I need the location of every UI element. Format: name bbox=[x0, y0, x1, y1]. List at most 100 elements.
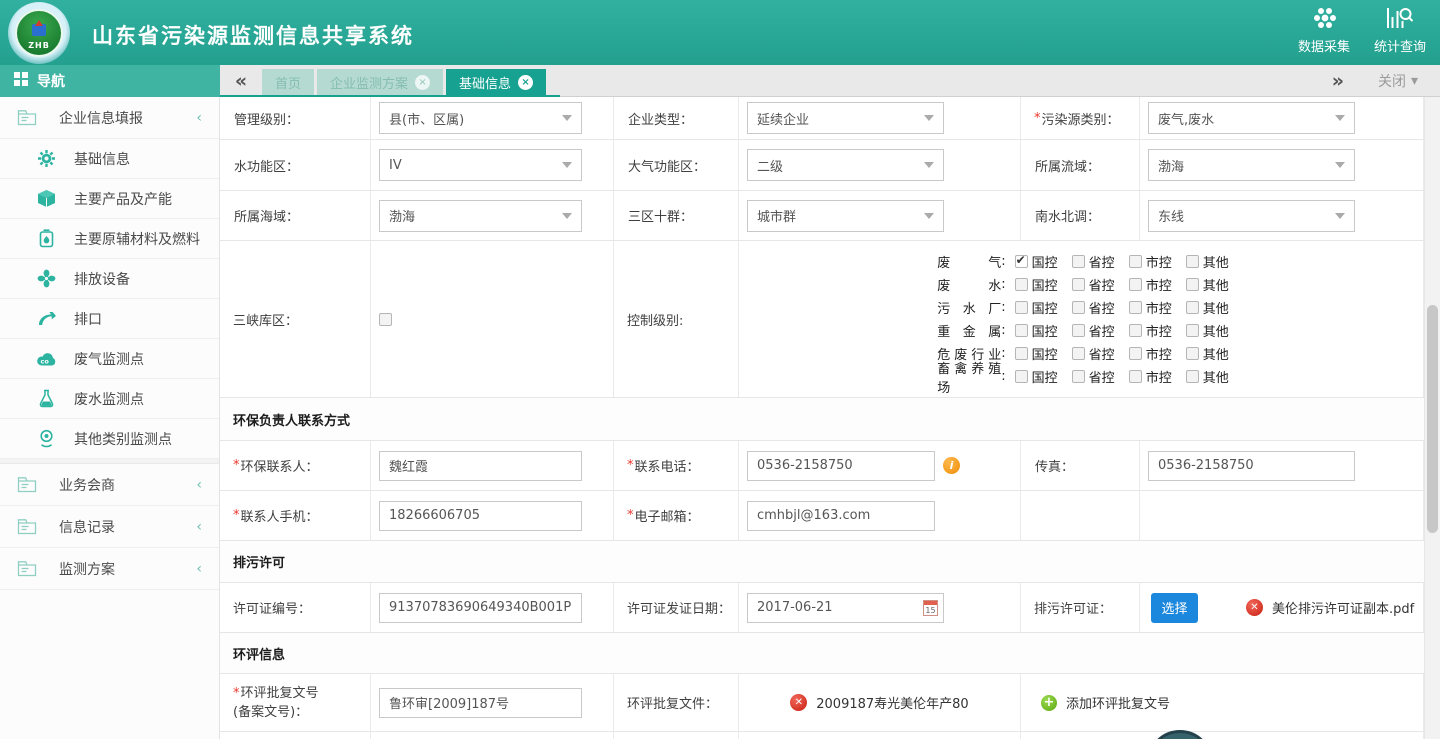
form-row: *环评批复文号 (备案文号)： 环评批复文件： ✕ 2009187寿光美伦年产8… bbox=[220, 674, 1424, 732]
statistics-query-button[interactable]: 统计查询 bbox=[1374, 7, 1426, 55]
water-function-zone-select[interactable]: IV bbox=[379, 149, 582, 181]
sidebar-item-label: 信息记录 bbox=[59, 517, 115, 537]
checkbox-national[interactable] bbox=[1015, 255, 1028, 268]
permit-number-input[interactable] bbox=[379, 593, 582, 623]
sidebar-item-products-capacity[interactable]: 主要产品及产能 bbox=[0, 179, 219, 219]
sidebar-item-label: 排口 bbox=[74, 309, 102, 329]
section-title-permit: 排污许可 bbox=[220, 541, 1424, 583]
field-cell bbox=[371, 441, 614, 490]
checkbox-national[interactable] bbox=[1015, 278, 1028, 291]
eia-file-name[interactable]: 2009187寿光美伦年产80 bbox=[816, 693, 968, 712]
content-area: 企业信息填报 ‹ 基础信息 主要产品及产能 主要原辅材料及燃料 排放设备 bbox=[0, 97, 1440, 739]
checkbox-other[interactable] bbox=[1186, 347, 1199, 360]
fax-input[interactable] bbox=[1148, 451, 1355, 481]
sea-area-select[interactable]: 渤海 bbox=[379, 200, 582, 232]
choose-file-button[interactable]: 选择 bbox=[1151, 593, 1198, 623]
sidebar-item-outfall[interactable]: 排口 bbox=[0, 299, 219, 339]
app-window: ZHB 山东省污染源监测信息共享系统 数据采集 统计查询 bbox=[0, 0, 1440, 739]
checkbox-provincial[interactable] bbox=[1072, 301, 1085, 314]
tab-basic-info[interactable]: 基础信息 × bbox=[446, 69, 546, 96]
checkbox-other[interactable] bbox=[1186, 255, 1199, 268]
checkbox-national[interactable] bbox=[1015, 324, 1028, 337]
checkbox-provincial[interactable] bbox=[1072, 324, 1085, 337]
checkbox-other[interactable] bbox=[1186, 278, 1199, 291]
info-icon[interactable]: i bbox=[943, 457, 960, 474]
field-label: *环保联系人： bbox=[220, 441, 371, 490]
checkbox-municipal[interactable] bbox=[1129, 255, 1142, 268]
add-eia-doc-link[interactable]: 添加环评批复文号 bbox=[1066, 693, 1170, 712]
tab-home-label: 首页 bbox=[275, 73, 301, 92]
field-label: *电子邮箱： bbox=[614, 491, 739, 540]
sidebar-item-waste-water-points[interactable]: 废水监测点 bbox=[0, 379, 219, 419]
sidebar-item-business-consultation[interactable]: 业务会商 ‹ bbox=[0, 464, 219, 506]
checkbox-municipal[interactable] bbox=[1129, 301, 1142, 314]
logo-text: ZHB bbox=[28, 41, 50, 50]
tab-bar: « 首页 企业监测方案 × 基础信息 × » 关闭 ▾ bbox=[220, 65, 1440, 97]
chevron-left-icon: ‹ bbox=[196, 110, 202, 126]
email-input[interactable] bbox=[747, 501, 935, 531]
sidebar-item-info-records[interactable]: 信息记录 ‹ bbox=[0, 506, 219, 548]
tab-enterprise-monitoring-plan[interactable]: 企业监测方案 × bbox=[317, 69, 443, 96]
checkbox-provincial[interactable] bbox=[1072, 278, 1085, 291]
checkbox-national[interactable] bbox=[1015, 347, 1028, 360]
checkbox-other[interactable] bbox=[1186, 324, 1199, 337]
air-function-zone-select[interactable]: 二级 bbox=[747, 149, 944, 181]
sidebar-item-basic-info[interactable]: 基础信息 bbox=[0, 139, 219, 179]
three-zones-ten-clusters-select[interactable]: 城市群 bbox=[747, 200, 944, 232]
tab-close-icon[interactable]: × bbox=[415, 75, 430, 90]
sidebar-item-monitoring-plan[interactable]: 监测方案 ‹ bbox=[0, 548, 219, 590]
sidebar-item-emission-equipment[interactable]: 排放设备 bbox=[0, 259, 219, 299]
management-level-select[interactable]: 县(市、区属) bbox=[379, 102, 582, 134]
pollution-source-type-select[interactable]: 废气,废水 bbox=[1148, 102, 1355, 134]
chevron-down-icon bbox=[924, 115, 934, 121]
contact-mobile-input[interactable] bbox=[379, 501, 582, 531]
chevron-left-icon: ‹ bbox=[196, 519, 202, 535]
top-actions: 数据采集 统计查询 bbox=[1298, 7, 1426, 55]
tab-scroll-right-icon[interactable]: » bbox=[1332, 70, 1344, 92]
top-header: ZHB 山东省污染源监测信息共享系统 数据采集 统计查询 bbox=[0, 0, 1440, 65]
tab-scroll-left-icon[interactable]: « bbox=[220, 65, 262, 96]
delete-file-icon[interactable]: ✕ bbox=[790, 694, 807, 711]
close-tabs-menu[interactable]: 关闭 ▾ bbox=[1378, 71, 1418, 91]
vertical-scrollbar[interactable] bbox=[1424, 97, 1440, 739]
sidebar-item-waste-gas-points[interactable]: co 废气监测点 bbox=[0, 339, 219, 379]
tab-label: 基础信息 bbox=[459, 73, 511, 92]
folder-icon bbox=[16, 518, 37, 535]
tab-home[interactable]: 首页 bbox=[262, 69, 314, 96]
tab-close-icon[interactable]: × bbox=[518, 75, 533, 90]
cube-icon bbox=[36, 189, 57, 208]
checkbox-municipal[interactable] bbox=[1129, 370, 1142, 383]
sidebar-item-label: 其他类别监测点 bbox=[74, 429, 172, 449]
scrollbar-thumb[interactable] bbox=[1427, 305, 1438, 533]
calendar-icon[interactable]: 15 bbox=[923, 600, 938, 616]
sidebar-item-label: 监测方案 bbox=[59, 559, 115, 579]
permit-date-input[interactable]: 2017-06-21 15 bbox=[747, 593, 944, 623]
river-basin-select[interactable]: 渤海 bbox=[1148, 149, 1355, 181]
sidebar-item-raw-materials-fuel[interactable]: 主要原辅材料及燃料 bbox=[0, 219, 219, 259]
checkbox-other[interactable] bbox=[1186, 370, 1199, 383]
checkbox-national[interactable] bbox=[1015, 301, 1028, 314]
south-north-water-select[interactable]: 东线 bbox=[1148, 200, 1355, 232]
contact-phone-input[interactable] bbox=[747, 451, 935, 481]
checkbox-provincial[interactable] bbox=[1072, 370, 1085, 383]
delete-file-icon[interactable]: ✕ bbox=[1246, 599, 1263, 616]
checkbox-municipal[interactable] bbox=[1129, 324, 1142, 337]
sidebar-item-enterprise-info[interactable]: 企业信息填报 ‹ bbox=[0, 97, 219, 139]
field-cell bbox=[739, 491, 1021, 540]
checkbox-provincial[interactable] bbox=[1072, 255, 1085, 268]
enterprise-type-select[interactable]: 延续企业 bbox=[747, 102, 944, 134]
add-icon[interactable]: + bbox=[1041, 695, 1057, 711]
checkbox-national[interactable] bbox=[1015, 370, 1028, 383]
checkbox-municipal[interactable] bbox=[1129, 347, 1142, 360]
checkbox-municipal[interactable] bbox=[1129, 278, 1142, 291]
checkbox-other[interactable] bbox=[1186, 301, 1199, 314]
sidebar-item-other-monitoring-points[interactable]: 其他类别监测点 bbox=[0, 419, 219, 459]
field-cell: IV bbox=[371, 140, 614, 190]
three-gorges-checkbox[interactable] bbox=[379, 313, 392, 326]
eia-doc-number-input[interactable] bbox=[379, 688, 582, 718]
checkbox-provincial[interactable] bbox=[1072, 347, 1085, 360]
field-label: *联系人手机： bbox=[220, 491, 371, 540]
data-collection-button[interactable]: 数据采集 bbox=[1298, 7, 1350, 55]
permit-file-name[interactable]: 美伦排污许可证副本.pdf bbox=[1272, 598, 1414, 617]
contact-person-input[interactable] bbox=[379, 451, 582, 481]
